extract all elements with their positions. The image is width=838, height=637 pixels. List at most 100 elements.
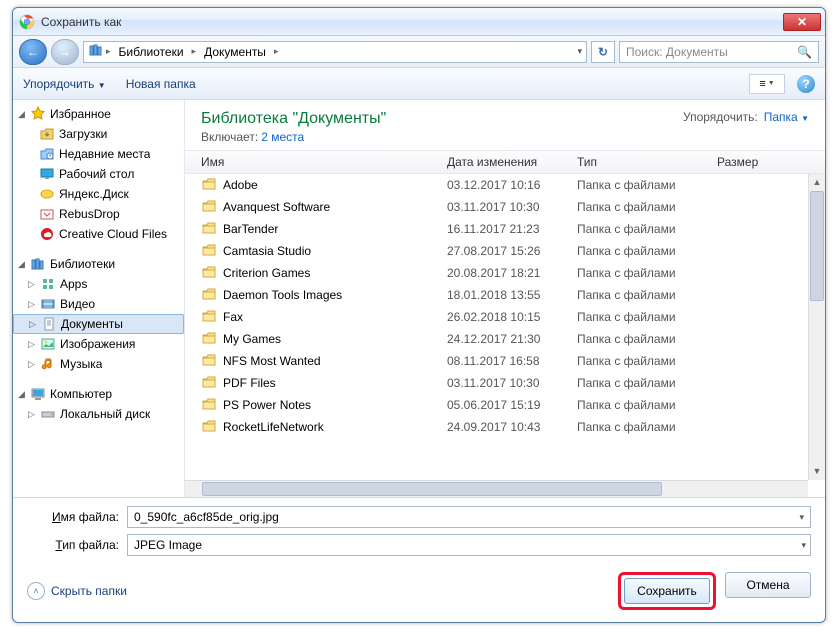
command-bar: Упорядочить ▼ Новая папка ≡▼ ?: [13, 68, 825, 100]
breadcrumb-item[interactable]: Документы: [198, 45, 272, 59]
chevron-down-icon[interactable]: ▾: [799, 512, 804, 523]
tree-item[interactable]: Рабочий стол: [13, 164, 184, 184]
expand-icon[interactable]: ▷: [27, 359, 36, 370]
creative-cloud-icon: [39, 226, 55, 242]
close-icon: ✕: [797, 15, 807, 29]
expand-icon[interactable]: ▷: [28, 319, 37, 330]
tree-item[interactable]: Creative Cloud Files: [13, 224, 184, 244]
file-row[interactable]: My Games24.12.2017 21:30Папка с файлами: [201, 328, 825, 350]
view-mode-button[interactable]: ≡▼: [749, 74, 785, 94]
col-header-date[interactable]: Дата изменения: [447, 155, 577, 169]
new-folder-button[interactable]: Новая папка: [126, 77, 196, 91]
navbar: ← → ▸ Библиотеки ▸ Документы ▸ ▾ ↻ Поиск…: [13, 36, 825, 68]
file-type: Папка с файлами: [577, 200, 717, 214]
tree-node-favorites[interactable]: ◢Избранное: [13, 104, 184, 124]
scroll-down-icon[interactable]: ▼: [809, 463, 825, 480]
filetype-select[interactable]: JPEG Image▾: [127, 534, 811, 556]
col-header-name[interactable]: Имя: [201, 155, 447, 169]
file-row[interactable]: BarTender16.11.2017 21:23Папка с файлами: [201, 218, 825, 240]
refresh-button[interactable]: ↻: [591, 41, 615, 63]
vertical-scrollbar[interactable]: ▲▼: [808, 174, 825, 480]
file-type: Папка с файлами: [577, 244, 717, 258]
file-list-pane: Библиотека "Документы" Включает: 2 места…: [185, 100, 825, 497]
address-bar[interactable]: ▸ Библиотеки ▸ Документы ▸ ▾: [83, 41, 587, 63]
collapse-icon[interactable]: ◢: [17, 109, 26, 120]
folder-icon: [201, 286, 219, 305]
breadcrumb-item[interactable]: Библиотеки: [113, 45, 190, 59]
tree-item[interactable]: ▷Локальный диск: [13, 404, 184, 424]
file-row[interactable]: Criterion Games20.08.2017 18:21Папка с ф…: [201, 262, 825, 284]
file-type: Папка с файлами: [577, 420, 717, 434]
tree-item-selected[interactable]: ▷Документы: [13, 314, 184, 334]
file-row[interactable]: RocketLifeNetwork24.09.2017 10:43Папка с…: [201, 416, 825, 438]
libraries-icon: [88, 42, 104, 61]
scroll-thumb[interactable]: [202, 482, 662, 496]
file-row[interactable]: NFS Most Wanted08.11.2017 16:58Папка с ф…: [201, 350, 825, 372]
close-button[interactable]: ✕: [783, 13, 821, 31]
computer-icon: [30, 386, 46, 402]
col-header-type[interactable]: Тип: [577, 155, 717, 169]
tree-node-libraries[interactable]: ◢Библиотеки: [13, 254, 184, 274]
col-header-size[interactable]: Размер: [717, 155, 797, 169]
file-type: Папка с файлами: [577, 310, 717, 324]
expand-icon[interactable]: ▷: [27, 299, 36, 310]
tree-item[interactable]: ▷Музыка: [13, 354, 184, 374]
collapse-icon[interactable]: ◢: [17, 389, 26, 400]
tree-item[interactable]: ▷Изображения: [13, 334, 184, 354]
tree-item[interactable]: Недавние места: [13, 144, 184, 164]
file-row[interactable]: PDF Files03.11.2017 10:30Папка с файлами: [201, 372, 825, 394]
star-icon: [30, 106, 46, 122]
forward-button[interactable]: →: [51, 39, 79, 65]
expand-icon[interactable]: ▷: [27, 279, 36, 290]
tree-item[interactable]: Яндекс.Диск: [13, 184, 184, 204]
column-headers: Имя Дата изменения Тип Размер: [185, 150, 825, 174]
organize-menu[interactable]: Упорядочить ▼: [23, 77, 106, 91]
file-name: NFS Most Wanted: [223, 354, 447, 368]
cancel-button[interactable]: Отмена: [725, 572, 811, 598]
chevron-down-icon: ▼: [768, 80, 775, 87]
file-list[interactable]: Adobe03.12.2017 10:16Папка с файламиAvan…: [185, 174, 825, 497]
yandex-disk-icon: [39, 186, 55, 202]
tree-item[interactable]: RebusDrop: [13, 204, 184, 224]
file-name: Avanquest Software: [223, 200, 447, 214]
file-type: Папка с файлами: [577, 332, 717, 346]
save-button[interactable]: Сохранить: [624, 578, 710, 604]
library-locations-link[interactable]: 2 места: [261, 130, 304, 144]
chevron-down-icon[interactable]: ▾: [577, 46, 582, 57]
search-input[interactable]: Поиск: Документы 🔍: [619, 41, 819, 63]
filename-input[interactable]: 0_590fc_a6cf85de_orig.jpg▾: [127, 506, 811, 528]
tree-item[interactable]: Загрузки: [13, 124, 184, 144]
hide-folders-button[interactable]: ˄ Скрыть папки: [27, 582, 127, 600]
help-button[interactable]: ?: [797, 75, 815, 93]
drive-icon: [40, 406, 56, 422]
file-row[interactable]: Adobe03.12.2017 10:16Папка с файлами: [201, 174, 825, 196]
file-name: PS Power Notes: [223, 398, 447, 412]
library-includes: Включает: 2 места: [201, 130, 386, 144]
tree-node-computer[interactable]: ◢Компьютер: [13, 384, 184, 404]
expand-icon[interactable]: ▷: [27, 409, 36, 420]
file-row[interactable]: Avanquest Software03.11.2017 10:30Папка …: [201, 196, 825, 218]
chevron-right-icon: ▸: [106, 46, 111, 57]
file-date: 03.11.2017 10:30: [447, 200, 577, 214]
expand-icon[interactable]: ▷: [27, 339, 36, 350]
file-row[interactable]: Daemon Tools Images18.01.2018 13:55Папка…: [201, 284, 825, 306]
file-type: Папка с файлами: [577, 288, 717, 302]
file-row[interactable]: Fax26.02.2018 10:15Папка с файлами: [201, 306, 825, 328]
tree-item[interactable]: ▷Видео: [13, 294, 184, 314]
horizontal-scrollbar[interactable]: [185, 480, 808, 497]
tree-item[interactable]: ▷Apps: [13, 274, 184, 294]
back-button[interactable]: ←: [19, 39, 47, 65]
folder-icon: [201, 220, 219, 239]
dialog-actions: ˄ Скрыть папки Сохранить Отмена: [13, 566, 825, 622]
apps-icon: [40, 276, 56, 292]
file-row[interactable]: PS Power Notes05.06.2017 15:19Папка с фа…: [201, 394, 825, 416]
collapse-icon[interactable]: ◢: [17, 259, 26, 270]
chevron-down-icon: ▼: [801, 114, 809, 123]
scroll-up-icon[interactable]: ▲: [809, 174, 825, 191]
list-icon: ≡: [759, 78, 763, 90]
file-row[interactable]: Camtasia Studio27.08.2017 15:26Папка с ф…: [201, 240, 825, 262]
scroll-thumb[interactable]: [810, 191, 824, 301]
file-type: Папка с файлами: [577, 178, 717, 192]
arrange-by-value[interactable]: Папка ▼: [764, 110, 809, 124]
titlebar[interactable]: Сохранить как ✕: [13, 8, 825, 36]
